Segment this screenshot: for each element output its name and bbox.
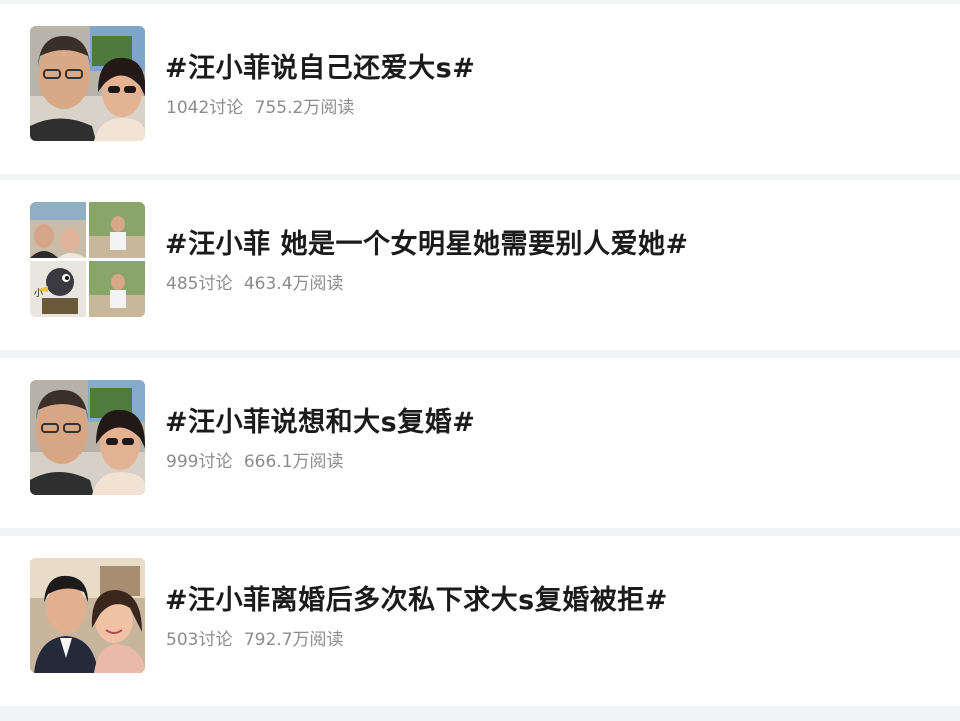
- topic-title[interactable]: #汪小菲说自己还爱大s#: [165, 46, 475, 85]
- topic-title[interactable]: #汪小菲离婚后多次私下求大s复婚被拒#: [165, 578, 668, 617]
- photo-collage-image: 小: [30, 202, 145, 317]
- topic-item[interactable]: #汪小菲说想和大s复婚# 999讨论 666.1万阅读: [0, 358, 960, 528]
- topic-list: #汪小菲说自己还爱大s# 1042讨论 755.2万阅读 小 #汪小菲 她是一个…: [0, 0, 960, 721]
- topic-thumbnail[interactable]: [30, 26, 145, 141]
- topic-stats: 503讨论 792.7万阅读: [166, 625, 344, 650]
- topic-thumbnail[interactable]: [30, 558, 145, 673]
- topic-title[interactable]: #汪小菲 她是一个女明星她需要别人爱她#: [165, 222, 689, 261]
- read-count: 792.7万阅读: [243, 630, 344, 650]
- couple-portrait-image: [30, 558, 145, 673]
- topic-thumbnail[interactable]: [30, 380, 145, 495]
- read-count: 463.4万阅读: [243, 274, 344, 294]
- collage-caption: 小: [34, 288, 43, 299]
- couple-selfie-image: [30, 380, 145, 495]
- topic-title[interactable]: #汪小菲说想和大s复婚#: [165, 400, 475, 439]
- topic-stats: 485讨论 463.4万阅读: [166, 269, 344, 294]
- discussion-count: 999讨论: [166, 452, 233, 472]
- topic-thumbnail[interactable]: 小: [30, 202, 145, 317]
- discussion-count: 1042讨论: [166, 98, 244, 118]
- topic-item[interactable]: #汪小菲说自己还爱大s# 1042讨论 755.2万阅读: [0, 4, 960, 174]
- couple-selfie-image: [30, 26, 145, 141]
- topic-stats: 999讨论 666.1万阅读: [166, 447, 344, 472]
- topic-stats: 1042讨论 755.2万阅读: [166, 93, 354, 118]
- discussion-count: 485讨论: [166, 274, 233, 294]
- topic-item[interactable]: 小 #汪小菲 她是一个女明星她需要别人爱她# 485讨论 463.4万阅读: [0, 180, 960, 350]
- read-count: 755.2万阅读: [254, 98, 355, 118]
- discussion-count: 503讨论: [166, 630, 233, 650]
- read-count: 666.1万阅读: [243, 452, 344, 472]
- topic-item[interactable]: #汪小菲离婚后多次私下求大s复婚被拒# 503讨论 792.7万阅读: [0, 536, 960, 706]
